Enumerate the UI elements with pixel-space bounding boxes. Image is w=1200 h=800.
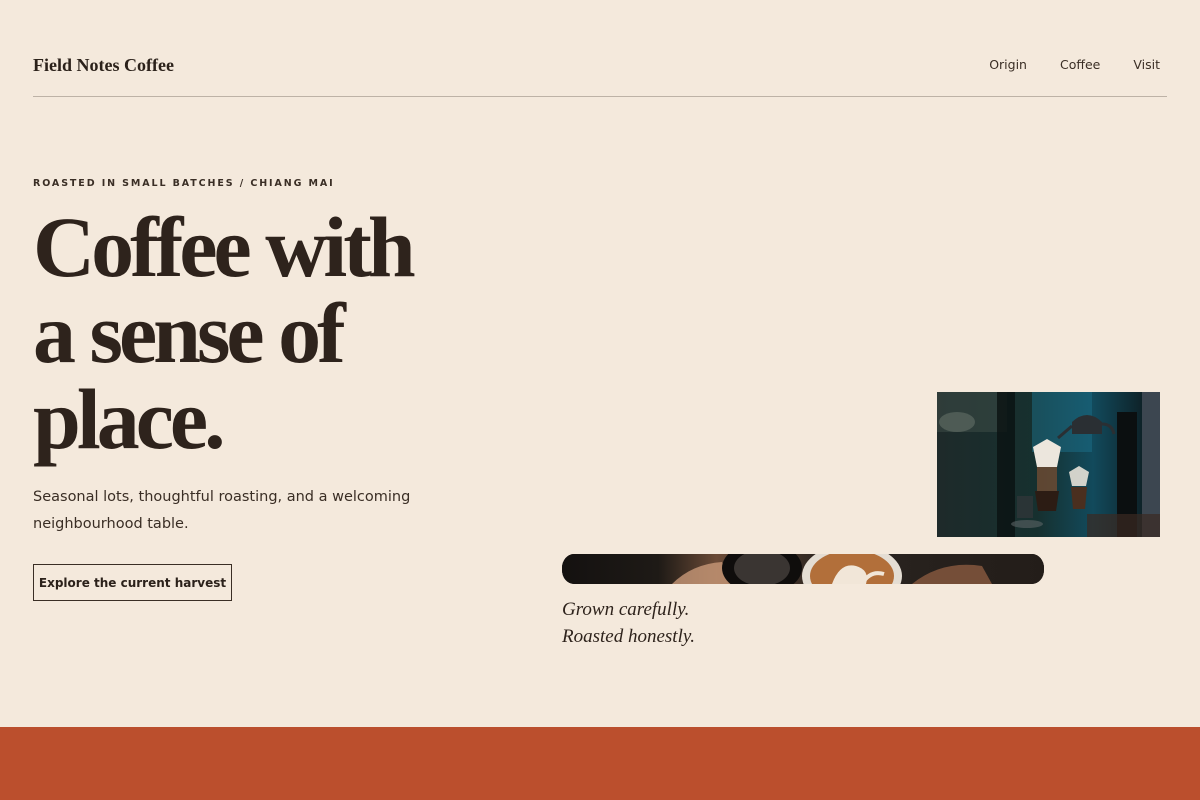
headline-line-1: Coffee with bbox=[33, 199, 416, 295]
tagline-line-1: Grown carefully. bbox=[562, 599, 690, 620]
brewing-photo bbox=[937, 392, 1160, 537]
nav-link-origin[interactable]: Origin bbox=[989, 57, 1027, 72]
tagline: Grown carefully. Roasted honestly. bbox=[562, 596, 695, 650]
latte-photo bbox=[562, 554, 1044, 584]
nav-link-visit[interactable]: Visit bbox=[1133, 57, 1160, 72]
explore-harvest-button[interactable]: Explore the current harvest bbox=[33, 564, 232, 601]
latte-art-illustration bbox=[562, 554, 1044, 584]
pour-over-illustration bbox=[937, 392, 1160, 537]
tagline-line-2: Roasted honestly. bbox=[562, 626, 695, 647]
brand-logo[interactable]: Field Notes Coffee bbox=[33, 55, 174, 76]
hero-eyebrow: ROASTED IN SMALL BATCHES / CHIANG MAI bbox=[33, 178, 335, 189]
main-nav: Origin Coffee Visit bbox=[989, 57, 1160, 72]
headline-line-2: a sense of bbox=[33, 285, 346, 381]
hero-lede: Seasonal lots, thoughtful roasting, and … bbox=[33, 489, 411, 532]
site-header: Field Notes Coffee Origin Coffee Visit bbox=[33, 0, 1167, 97]
headline-line-3: place. bbox=[33, 371, 226, 467]
hero-headline: Coffee with a sense of place. bbox=[33, 204, 503, 462]
accent-band bbox=[0, 727, 1200, 800]
page: Field Notes Coffee Origin Coffee Visit R… bbox=[0, 0, 1200, 800]
nav-link-coffee[interactable]: Coffee bbox=[1060, 57, 1100, 72]
